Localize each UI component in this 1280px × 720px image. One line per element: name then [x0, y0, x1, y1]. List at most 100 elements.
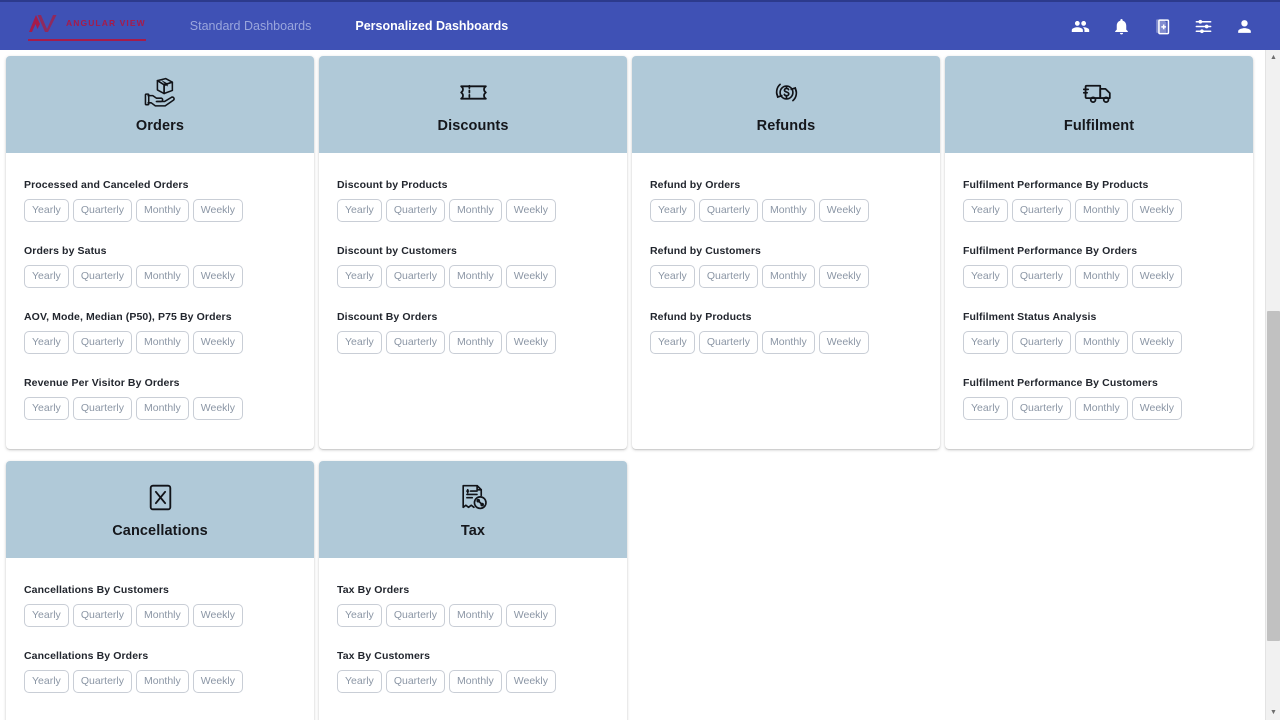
period-button-weekly[interactable]: Weekly	[819, 331, 869, 354]
period-button-quarterly[interactable]: Quarterly	[386, 331, 445, 354]
period-button-weekly[interactable]: Weekly	[506, 199, 556, 222]
period-button-weekly[interactable]: Weekly	[1132, 331, 1182, 354]
period-button-yearly[interactable]: Yearly	[963, 265, 1008, 288]
period-button-quarterly[interactable]: Quarterly	[1012, 397, 1071, 420]
card-header-refunds[interactable]: Refunds	[632, 56, 940, 153]
card-header-cancellations[interactable]: Cancellations	[6, 461, 314, 558]
period-button-weekly[interactable]: Weekly	[1132, 199, 1182, 222]
period-button-yearly[interactable]: Yearly	[963, 397, 1008, 420]
period-button-quarterly[interactable]: Quarterly	[1012, 265, 1071, 288]
metric-group: Discount by Customers Yearly Quarterly M…	[337, 245, 609, 288]
period-button-monthly[interactable]: Monthly	[762, 331, 815, 354]
card-title: Orders	[136, 118, 184, 134]
account-person-icon[interactable]	[1235, 17, 1254, 36]
period-button-weekly[interactable]: Weekly	[193, 604, 243, 627]
period-button-weekly[interactable]: Weekly	[193, 265, 243, 288]
document-add-icon[interactable]	[1153, 17, 1172, 36]
period-button-quarterly[interactable]: Quarterly	[699, 265, 758, 288]
period-button-yearly[interactable]: Yearly	[337, 265, 382, 288]
period-button-weekly[interactable]: Weekly	[506, 604, 556, 627]
people-icon[interactable]	[1071, 17, 1090, 36]
period-button-monthly[interactable]: Monthly	[1075, 199, 1128, 222]
card-header-orders[interactable]: Orders	[6, 56, 314, 153]
card-header-tax[interactable]: Tax	[319, 461, 627, 558]
period-button-yearly[interactable]: Yearly	[337, 670, 382, 693]
period-button-weekly[interactable]: Weekly	[193, 670, 243, 693]
metric-group: Fulfilment Performance By Products Yearl…	[963, 179, 1235, 222]
period-button-monthly[interactable]: Monthly	[136, 331, 189, 354]
period-button-monthly[interactable]: Monthly	[136, 397, 189, 420]
period-button-weekly[interactable]: Weekly	[506, 331, 556, 354]
period-button-monthly[interactable]: Monthly	[449, 265, 502, 288]
period-button-yearly[interactable]: Yearly	[24, 199, 69, 222]
card-header-discounts[interactable]: Discounts	[319, 56, 627, 153]
period-button-quarterly[interactable]: Quarterly	[73, 670, 132, 693]
period-button-weekly[interactable]: Weekly	[506, 265, 556, 288]
period-button-yearly[interactable]: Yearly	[24, 331, 69, 354]
period-row: Yearly Quarterly Monthly Weekly	[24, 397, 296, 420]
notifications-bell-icon[interactable]	[1112, 17, 1131, 36]
period-button-quarterly[interactable]: Quarterly	[699, 199, 758, 222]
period-button-weekly[interactable]: Weekly	[1132, 265, 1182, 288]
period-button-quarterly[interactable]: Quarterly	[73, 331, 132, 354]
period-button-monthly[interactable]: Monthly	[449, 199, 502, 222]
period-button-monthly[interactable]: Monthly	[1075, 265, 1128, 288]
period-button-quarterly[interactable]: Quarterly	[699, 331, 758, 354]
period-button-yearly[interactable]: Yearly	[337, 604, 382, 627]
period-button-monthly[interactable]: Monthly	[449, 331, 502, 354]
period-button-yearly[interactable]: Yearly	[650, 265, 695, 288]
period-button-quarterly[interactable]: Quarterly	[73, 199, 132, 222]
nav-tab-standard-dashboards[interactable]: Standard Dashboards	[190, 19, 312, 33]
period-button-yearly[interactable]: Yearly	[24, 265, 69, 288]
period-button-monthly[interactable]: Monthly	[136, 265, 189, 288]
period-button-weekly[interactable]: Weekly	[819, 199, 869, 222]
period-button-yearly[interactable]: Yearly	[963, 199, 1008, 222]
vertical-scrollbar[interactable]: ▲ ▼	[1265, 50, 1280, 720]
scrollbar-thumb[interactable]	[1267, 311, 1280, 641]
card-body-discounts: Discount by Products Yearly Quarterly Mo…	[319, 153, 627, 449]
period-button-monthly[interactable]: Monthly	[762, 199, 815, 222]
period-button-weekly[interactable]: Weekly	[193, 397, 243, 420]
period-button-monthly[interactable]: Monthly	[1075, 397, 1128, 420]
settings-sliders-icon[interactable]	[1194, 17, 1213, 36]
period-button-yearly[interactable]: Yearly	[24, 604, 69, 627]
brand-logo[interactable]: ANGULAR VIEW	[28, 11, 146, 41]
period-button-quarterly[interactable]: Quarterly	[386, 199, 445, 222]
period-button-yearly[interactable]: Yearly	[650, 199, 695, 222]
period-button-monthly[interactable]: Monthly	[449, 604, 502, 627]
period-button-monthly[interactable]: Monthly	[449, 670, 502, 693]
period-button-weekly[interactable]: Weekly	[506, 670, 556, 693]
period-button-yearly[interactable]: Yearly	[650, 331, 695, 354]
ticket-icon	[457, 76, 490, 109]
delivery-truck-icon	[1083, 76, 1116, 109]
metric-group: Tax By Customers Yearly Quarterly Monthl…	[337, 650, 609, 693]
nav-tab-personalized-dashboards[interactable]: Personalized Dashboards	[355, 19, 508, 33]
period-button-quarterly[interactable]: Quarterly	[386, 604, 445, 627]
period-button-yearly[interactable]: Yearly	[337, 199, 382, 222]
period-button-yearly[interactable]: Yearly	[24, 397, 69, 420]
period-button-monthly[interactable]: Monthly	[762, 265, 815, 288]
period-button-weekly[interactable]: Weekly	[819, 265, 869, 288]
period-button-monthly[interactable]: Monthly	[136, 199, 189, 222]
period-button-weekly[interactable]: Weekly	[193, 331, 243, 354]
period-button-quarterly[interactable]: Quarterly	[386, 265, 445, 288]
period-button-monthly[interactable]: Monthly	[1075, 331, 1128, 354]
period-button-monthly[interactable]: Monthly	[136, 670, 189, 693]
period-row: Yearly Quarterly Monthly Weekly	[650, 331, 922, 354]
period-button-quarterly[interactable]: Quarterly	[1012, 199, 1071, 222]
period-button-quarterly[interactable]: Quarterly	[386, 670, 445, 693]
period-button-monthly[interactable]: Monthly	[136, 604, 189, 627]
period-button-yearly[interactable]: Yearly	[24, 670, 69, 693]
period-button-weekly[interactable]: Weekly	[193, 199, 243, 222]
period-button-quarterly[interactable]: Quarterly	[73, 265, 132, 288]
period-button-yearly[interactable]: Yearly	[337, 331, 382, 354]
period-button-quarterly[interactable]: Quarterly	[73, 604, 132, 627]
scroll-down-arrow-icon[interactable]: ▼	[1266, 705, 1280, 720]
card-header-fulfilment[interactable]: Fulfilment	[945, 56, 1253, 153]
period-button-quarterly[interactable]: Quarterly	[73, 397, 132, 420]
period-button-quarterly[interactable]: Quarterly	[1012, 331, 1071, 354]
dashboard-scroll-area[interactable]: Orders Processed and Canceled Orders Yea…	[0, 50, 1280, 720]
scroll-up-arrow-icon[interactable]: ▲	[1266, 50, 1280, 65]
period-button-weekly[interactable]: Weekly	[1132, 397, 1182, 420]
period-button-yearly[interactable]: Yearly	[963, 331, 1008, 354]
